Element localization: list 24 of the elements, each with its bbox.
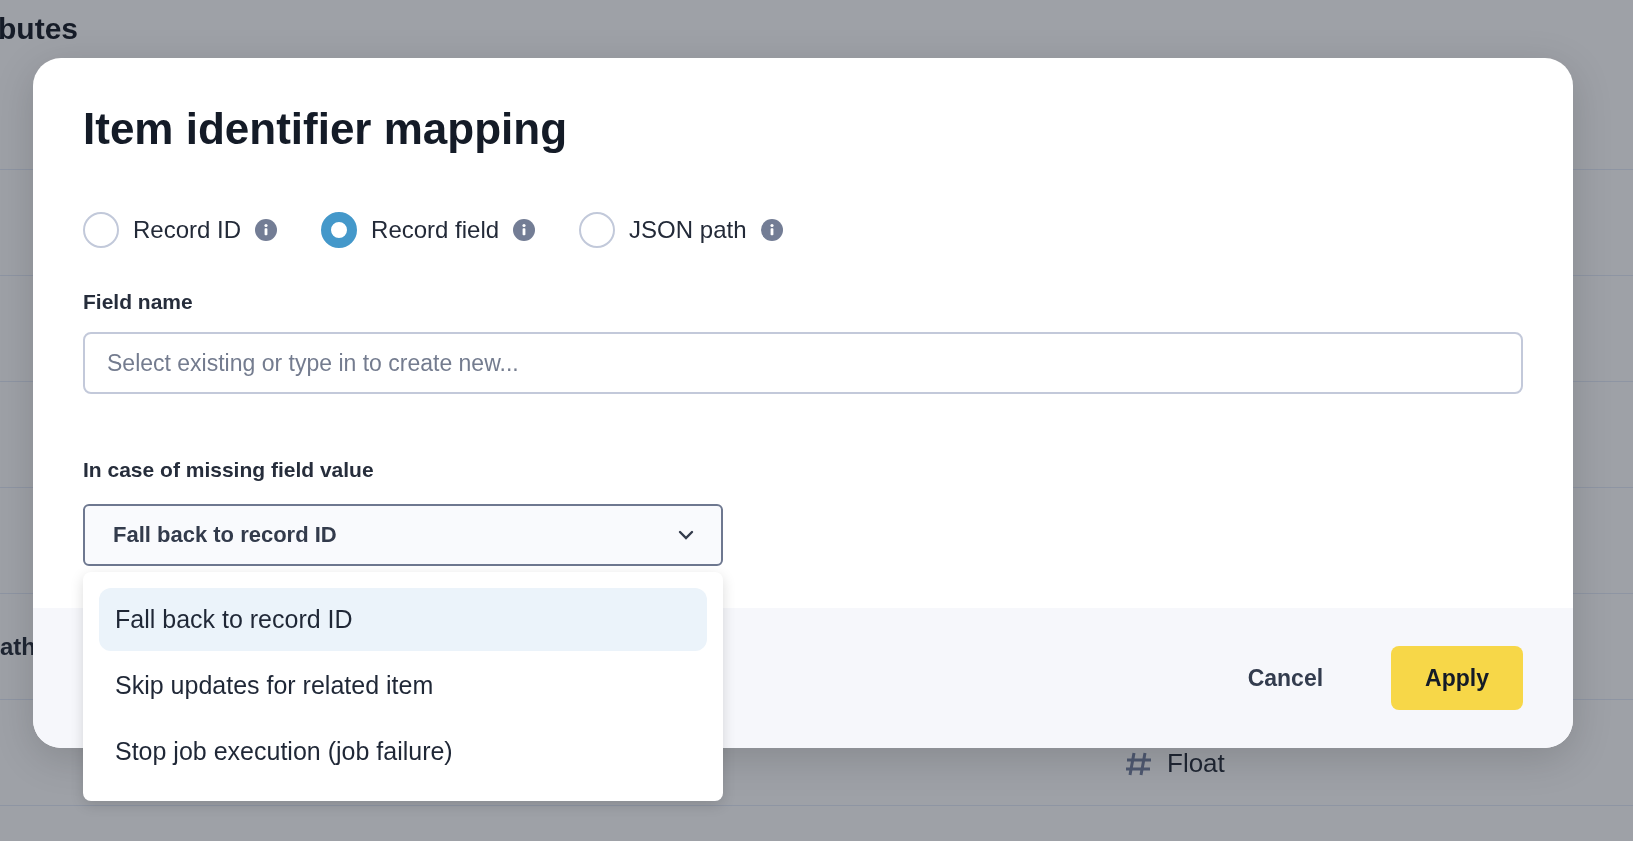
type-label: Float [1167,748,1225,779]
cancel-button[interactable]: Cancel [1213,646,1358,710]
row-name: ath [0,632,36,661]
info-icon [760,219,783,241]
radio-button[interactable] [579,212,616,248]
field-name-input[interactable]: Select existing or type in to create new... [83,332,1523,394]
apply-button[interactable]: Apply [1391,646,1523,710]
page-heading: butes [0,11,79,47]
chevron-down-icon [677,529,695,541]
info-icon [513,219,536,241]
info-icon [255,219,278,241]
menu-item[interactable]: Skip updates for related item [99,654,707,717]
field-label: Field name [83,290,194,314]
hash-icon [1125,750,1153,777]
radio-label[interactable]: JSON path [629,216,747,244]
radio-button[interactable] [83,212,119,248]
menu-item[interactable]: Stop job execution (job failure) [99,720,707,783]
menu-item[interactable]: Fall back to record ID [99,588,707,651]
select-field[interactable]: Fall back to record ID [83,504,723,566]
dialog-title: Item identifier mapping [83,104,569,154]
field-label: In case of missing field value [83,458,375,482]
radio-label[interactable]: Record ID [133,216,242,244]
radio-button[interactable] [321,212,358,248]
radio-label[interactable]: Record field [371,216,500,244]
